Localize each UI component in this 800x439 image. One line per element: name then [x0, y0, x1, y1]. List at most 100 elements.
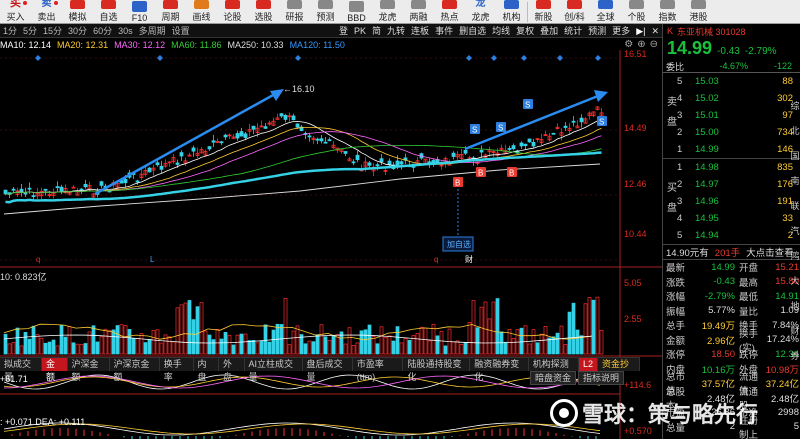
volume-bar	[211, 339, 216, 355]
indicator-tab-13[interactable]: 资金抄底	[598, 358, 640, 382]
stat-key2: 最高	[739, 277, 759, 289]
indicator-tab-9[interactable]: 市盈率(ttm)	[353, 358, 404, 382]
side-tab-0[interactable]: 综	[790, 94, 800, 119]
toolbar-button-13[interactable]: 两融	[403, 0, 434, 24]
stat-key: 涨停	[666, 350, 686, 362]
side-tab-5[interactable]: 汽	[790, 219, 800, 244]
buys-price[interactable]: 14.97	[695, 179, 741, 190]
volume-bar	[59, 324, 64, 355]
hk-stock-icon	[691, 0, 706, 9]
toolbar-button-22[interactable]: 指数	[652, 0, 683, 24]
toolbar-button-15[interactable]: 龙龙虎	[465, 0, 496, 24]
volume-bar	[55, 345, 60, 355]
buys-price[interactable]: 14.96	[695, 196, 741, 207]
toolbar-button-21[interactable]: 个股	[621, 0, 652, 24]
stat-row: 最新 14.99 开盘 15.21	[666, 260, 800, 275]
buys-price[interactable]: 14.94	[695, 230, 741, 241]
side-tab-9[interactable]: 财	[790, 319, 800, 344]
indicator-tab-5[interactable]: 内盘	[194, 358, 219, 382]
volume-bar	[383, 337, 388, 355]
volume-bar	[471, 300, 476, 355]
indicator-tab-11[interactable]: 融资融券变化	[470, 358, 529, 382]
toolbar-button-9[interactable]: 研报	[279, 0, 310, 24]
sell-marker-text: S	[525, 101, 530, 110]
side-tab-3[interactable]: 南	[790, 169, 800, 194]
side-tab-1[interactable]: 北	[790, 119, 800, 144]
toolbar-button-8[interactable]: 选股	[248, 0, 279, 24]
sub-button-0[interactable]: 暗盘资金	[530, 371, 577, 385]
indicator-tab-8[interactable]: 盘后成交量	[303, 358, 353, 382]
volume-bar	[527, 343, 532, 355]
toolbar-button-20[interactable]: 全球	[590, 0, 621, 24]
simulate-icon	[70, 0, 85, 9]
volume-bar	[555, 332, 560, 355]
toolbar-button-2[interactable]: 模拟	[62, 0, 93, 24]
sells-price[interactable]: 15.00	[695, 127, 741, 138]
volume-bar	[391, 340, 396, 355]
side-tab-2[interactable]: 国	[790, 144, 800, 169]
volume-bar	[307, 340, 312, 355]
sells-level: 3	[677, 110, 683, 121]
volume-bar	[387, 335, 392, 355]
indicator2-label: : +0.071 DEA: +0.111	[0, 417, 86, 427]
sells-price[interactable]: 15.02	[695, 93, 741, 104]
sells-row: 4 15.02 302	[677, 90, 800, 107]
toolbar-button-10[interactable]: 预测	[310, 0, 341, 24]
buys-price[interactable]: 14.98	[695, 162, 741, 173]
candle-body	[83, 183, 88, 188]
toolbar-button-11[interactable]: BBD	[341, 0, 372, 24]
volume-bar	[239, 333, 244, 355]
indicator-tab-4[interactable]: 换手率	[160, 358, 194, 382]
stat-value: -0.43	[713, 276, 735, 288]
indicator-tab-2[interactable]: 沪深金额	[68, 358, 110, 382]
toolbar-button-14[interactable]: 热点	[434, 0, 465, 24]
toolbar-button-6[interactable]: 画线	[186, 0, 217, 24]
volume-bar	[51, 339, 56, 355]
toolbar-button-19[interactable]: 创/科	[559, 0, 590, 24]
buy-book: 买盘 1 14.98 835 2 14.97 176 3 14.96 191 4 14.95 33 5 1…	[663, 159, 800, 245]
candle-body	[251, 125, 256, 130]
volume-bar	[7, 343, 12, 355]
candle-body	[283, 115, 288, 120]
side-tab-7[interactable]: 大	[790, 269, 800, 294]
trade-link[interactable]: 大点击查看	[746, 245, 794, 259]
stock-name[interactable]: 东亚机械 301028	[677, 25, 746, 38]
indicator-tab-3[interactable]: 沪深京金额	[110, 358, 160, 382]
indicator-tab-10[interactable]: 陆股通持股变化	[403, 358, 471, 382]
buys-volume: 176	[777, 179, 793, 190]
sells-price[interactable]: 15.03	[695, 76, 741, 87]
toolbar-button-12[interactable]: 龙虎	[372, 0, 403, 24]
volume-bar	[99, 336, 104, 355]
toolbar-button-16[interactable]: 机构	[496, 0, 527, 24]
indicator1-line-b	[3, 376, 601, 388]
big-trade-row[interactable]: 14.90元有 201手 大点击查看	[663, 245, 800, 260]
volume-bar	[103, 328, 108, 355]
volume-bar	[415, 333, 420, 355]
side-tab-4[interactable]: 联	[790, 194, 800, 219]
indicator-tab-6[interactable]: 外盘	[219, 358, 245, 382]
side-tab-10[interactable]: 券	[790, 344, 800, 369]
sells-price[interactable]: 14.99	[695, 144, 741, 155]
event-marker-icon	[466, 55, 472, 61]
indicator-tab-12[interactable]: 机构探测器	[529, 358, 579, 382]
indicator-tab-0[interactable]: 拟成交量	[0, 358, 42, 382]
toolbar-button-1[interactable]: 卖卖出	[31, 0, 62, 24]
side-tab-6[interactable]: 鸿	[790, 244, 800, 269]
side-tab-8[interactable]: 地	[790, 294, 800, 319]
volume-bar	[567, 311, 572, 355]
toolbar-button-4[interactable]: F10	[124, 0, 155, 24]
sub-button-1[interactable]: 指标说明	[578, 371, 625, 385]
sells-price[interactable]: 15.01	[695, 110, 741, 121]
candle-body	[27, 187, 32, 190]
candle-body	[135, 180, 140, 183]
indicator-tab-1[interactable]: 金额	[42, 358, 68, 382]
toolbar-button-5[interactable]: 周期	[155, 0, 186, 24]
toolbar-button-3[interactable]: 自选	[93, 0, 124, 24]
buys-price[interactable]: 14.95	[695, 213, 741, 224]
toolbar-button-18[interactable]: 新股	[528, 0, 559, 24]
toolbar-button-0[interactable]: 买买入	[0, 0, 31, 24]
indicator-tab-7[interactable]: AI立柱成交量	[245, 358, 303, 382]
toolbar-button-7[interactable]: 论股	[217, 0, 248, 24]
toolbar-button-23[interactable]: 港股	[683, 0, 714, 24]
candle-body	[395, 160, 400, 166]
